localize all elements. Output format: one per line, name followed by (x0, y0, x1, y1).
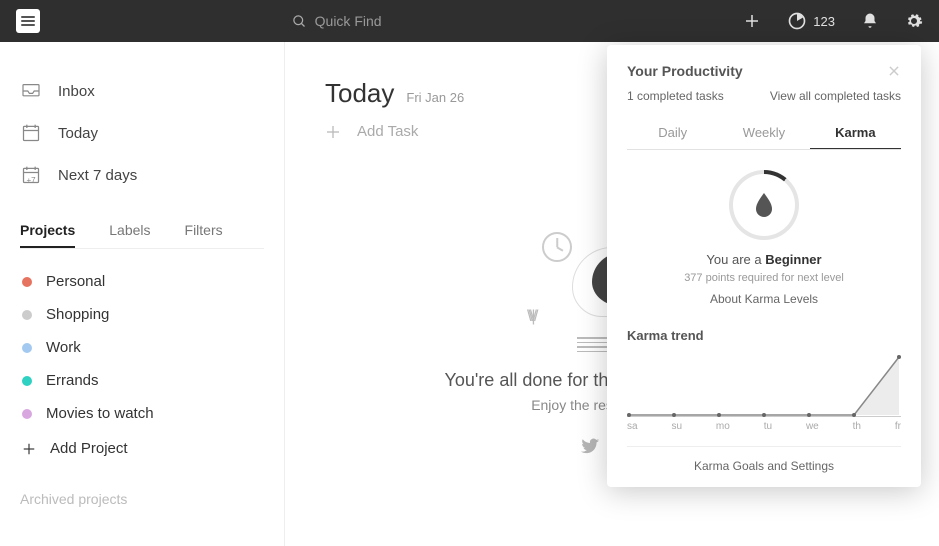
karma-progress-circle (729, 170, 799, 240)
project-label: Shopping (46, 306, 109, 323)
gear-icon (905, 12, 923, 30)
karma-level-text: You are a Beginner (627, 252, 901, 267)
karma-points-text: 377 points required for next level (627, 272, 901, 284)
trend-title: Karma trend (627, 328, 901, 343)
project-item[interactable]: Personal (20, 265, 264, 298)
panel-title: Your Productivity (627, 63, 743, 79)
notifications-button[interactable] (861, 12, 879, 30)
calendar-today-icon (20, 122, 42, 144)
view-all-completed-link[interactable]: View all completed tasks (770, 89, 901, 103)
twitter-icon[interactable] (579, 435, 601, 457)
project-color-dot (22, 277, 32, 287)
karma-settings-link[interactable]: Karma Goals and Settings (627, 446, 901, 473)
tab-labels[interactable]: Labels (109, 216, 150, 248)
close-button[interactable] (887, 64, 901, 78)
about-karma-link[interactable]: About Karma Levels (627, 292, 901, 306)
plus-icon (743, 12, 761, 30)
trend-x-labels: sasumotuwethfr (627, 421, 901, 432)
karma-pie-icon (787, 11, 807, 31)
search-input[interactable]: Quick Find (292, 13, 492, 29)
project-label: Work (46, 339, 81, 356)
project-color-dot (22, 409, 32, 419)
page-title: Today (325, 78, 394, 109)
settings-button[interactable] (905, 12, 923, 30)
project-label: Personal (46, 273, 105, 290)
panel-tab-daily[interactable]: Daily (627, 117, 718, 149)
project-color-dot (22, 376, 32, 386)
project-color-dot (22, 310, 32, 320)
sidebar-item-inbox[interactable]: Inbox (20, 70, 264, 112)
close-icon (887, 64, 901, 78)
topbar-actions: 123 (743, 11, 923, 31)
app-logo[interactable] (16, 9, 40, 33)
karma-trend-chart (627, 347, 901, 417)
panel-tab-weekly[interactable]: Weekly (718, 117, 809, 149)
tab-projects[interactable]: Projects (20, 216, 75, 248)
bell-icon (861, 12, 879, 30)
search-placeholder: Quick Find (315, 13, 382, 29)
project-label: Errands (46, 372, 99, 389)
productivity-panel: Your Productivity 1 completed tasks View… (607, 45, 921, 487)
project-item[interactable]: Movies to watch (20, 397, 264, 430)
search-icon (292, 14, 307, 29)
sidebar-item-label: Inbox (58, 83, 95, 100)
topbar: Quick Find 123 (0, 0, 939, 42)
completed-tasks-text: 1 completed tasks (627, 89, 724, 103)
add-button[interactable] (743, 12, 761, 30)
tab-filters[interactable]: Filters (185, 216, 223, 248)
page-date: Fri Jan 26 (406, 90, 464, 105)
plus-icon (22, 442, 36, 456)
calendar-next7-icon: +7 (20, 164, 42, 186)
add-task-label: Add Task (357, 123, 418, 140)
sidebar-tabs: Projects Labels Filters (20, 216, 264, 249)
sidebar-item-next7[interactable]: +7 Next 7 days (20, 154, 264, 196)
inbox-icon (20, 80, 42, 102)
plus-icon (325, 124, 341, 140)
add-project-label: Add Project (50, 440, 128, 457)
karma-button[interactable]: 123 (787, 11, 835, 31)
sidebar-item-label: Today (58, 125, 98, 142)
project-list: Personal Shopping Work Errands Movies to wat… (20, 265, 264, 430)
project-label: Movies to watch (46, 405, 154, 422)
karma-count: 123 (813, 14, 835, 29)
panel-tab-karma[interactable]: Karma (810, 117, 901, 149)
add-project-button[interactable]: Add Project (20, 430, 264, 467)
shield-drop-icon (754, 193, 774, 217)
project-color-dot (22, 343, 32, 353)
project-item[interactable]: Shopping (20, 298, 264, 331)
project-item[interactable]: Errands (20, 364, 264, 397)
sidebar-item-today[interactable]: Today (20, 112, 264, 154)
project-item[interactable]: Work (20, 331, 264, 364)
sidebar: Inbox Today +7 Next 7 days Projects Labe… (0, 42, 285, 546)
archived-projects-link[interactable]: Archived projects (20, 491, 264, 507)
sidebar-item-label: Next 7 days (58, 167, 137, 184)
